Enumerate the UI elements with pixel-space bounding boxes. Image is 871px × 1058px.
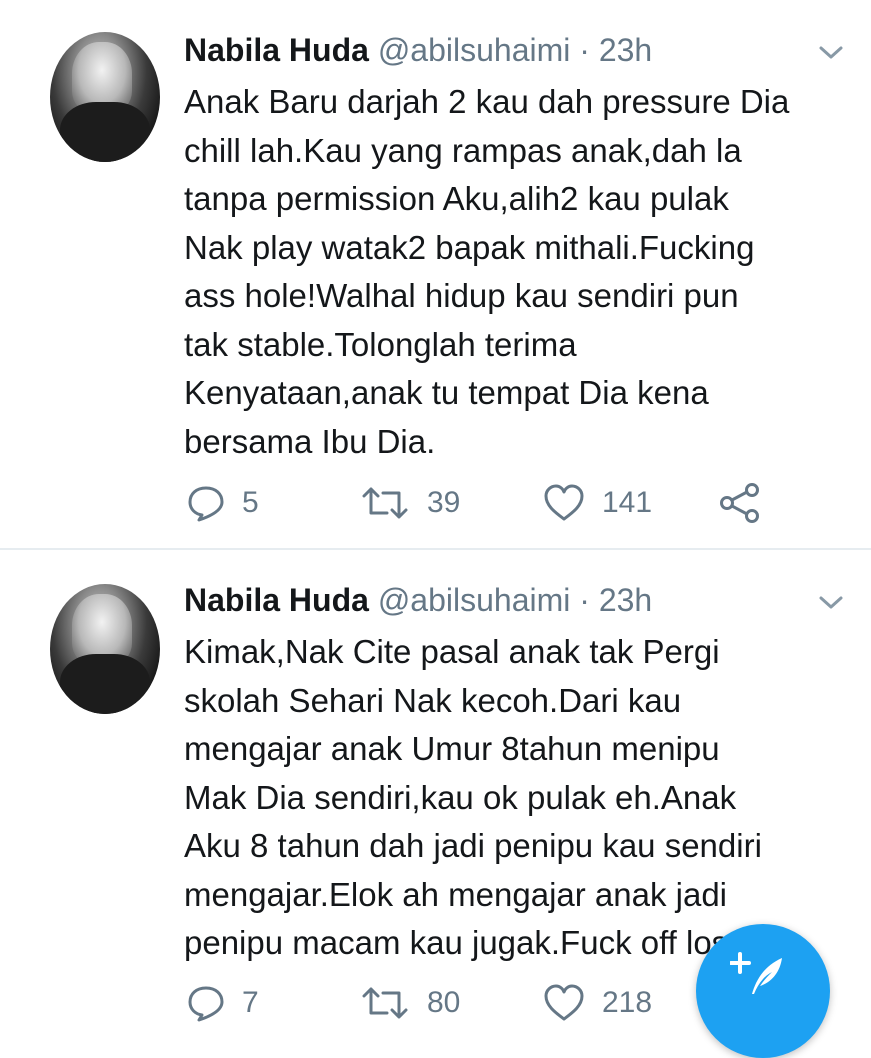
tweet-header: Nabila Huda @abilsuhaimi · 23h: [184, 580, 652, 620]
tweet-text: Anak Baru darjah 2 kau dah pressure Dia …: [184, 78, 844, 466]
compose-tweet-icon: [730, 952, 782, 994]
action-bar: 5 39 141: [0, 478, 871, 528]
tweet-text-line: mengajar.Elok ah mengajar anak jadi: [184, 875, 728, 913]
heart-icon: [544, 484, 584, 521]
tweet-text-line: Anak Baru darjah 2 kau dah pressure Dia: [184, 83, 790, 120]
retweet-button[interactable]: 80: [359, 978, 460, 1028]
author-name[interactable]: Nabila Huda: [184, 582, 369, 618]
reply-button[interactable]: 5: [186, 478, 259, 528]
reply-icon: [188, 486, 224, 522]
chevron-down-icon[interactable]: [816, 40, 846, 64]
author-handle[interactable]: @abilsuhaimi: [378, 582, 571, 618]
retweet-icon: [362, 487, 408, 519]
retweet-button[interactable]: 39: [359, 478, 460, 528]
reply-icon: [188, 986, 224, 1022]
share-icon: [720, 483, 759, 523]
tweet-header: Nabila Huda @abilsuhaimi · 23h: [184, 30, 652, 70]
retweet-count: 39: [427, 486, 461, 519]
avatar[interactable]: [50, 32, 160, 162]
share-button[interactable]: [718, 478, 762, 528]
reply-count: 5: [242, 486, 259, 519]
like-count: 218: [602, 986, 653, 1019]
reply-count: 7: [242, 986, 259, 1019]
compose-tweet-button[interactable]: [696, 924, 830, 1058]
tweet-text-line: tak stable.Tolonglah terima: [184, 325, 577, 363]
author-handle[interactable]: @abilsuhaimi: [378, 32, 571, 68]
retweet-count: 80: [427, 986, 461, 1019]
tweet-text-line: Nak play watak2 bapak mithali.Fucking: [184, 228, 755, 266]
tweet-text-line: Aku 8 tahun dah jadi penipu kau sendiri: [184, 827, 762, 864]
timestamp[interactable]: 23h: [599, 582, 652, 618]
tweet-text-line: Mak Dia sendiri,kau ok pulak eh.Anak: [184, 778, 737, 816]
tweet-text-line: tanpa permission Aku,alih2 kau pulak: [184, 180, 729, 217]
chevron-down-icon[interactable]: [816, 590, 846, 614]
timestamp[interactable]: 23h: [599, 32, 652, 68]
tweet-text-line: bersama Ibu Dia.: [184, 422, 436, 460]
reply-button[interactable]: 7: [186, 978, 259, 1028]
tweet-text-line: chill lah.Kau yang rampas anak,dah la: [184, 131, 742, 169]
tweet-text-line: ass hole!Walhal hidup kau sendiri pun: [184, 277, 739, 314]
like-count: 141: [602, 486, 653, 519]
tweet-text-line: Kimak,Nak Cite pasal anak tak Pergi: [184, 633, 720, 670]
heart-icon: [544, 984, 584, 1021]
tweet-text: Kimak,Nak Cite pasal anak tak Pergi skol…: [184, 628, 844, 968]
tweet-text-line: skolah Sehari Nak kecoh.Dari kau: [184, 681, 682, 719]
separator: ·: [570, 32, 599, 68]
separator: ·: [570, 582, 599, 618]
tweet-text-line: Kenyataan,anak tu tempat Dia kena: [184, 374, 709, 411]
retweet-icon: [362, 987, 408, 1019]
tweet-text-line: mengajar anak Umur 8tahun menipu: [184, 730, 720, 767]
like-button[interactable]: 218: [542, 978, 652, 1028]
author-name[interactable]: Nabila Huda: [184, 32, 369, 68]
avatar[interactable]: [50, 584, 160, 714]
tweet[interactable]: Nabila Huda @abilsuhaimi · 23h Anak Baru…: [0, 0, 871, 548]
like-button[interactable]: 141: [542, 478, 652, 528]
